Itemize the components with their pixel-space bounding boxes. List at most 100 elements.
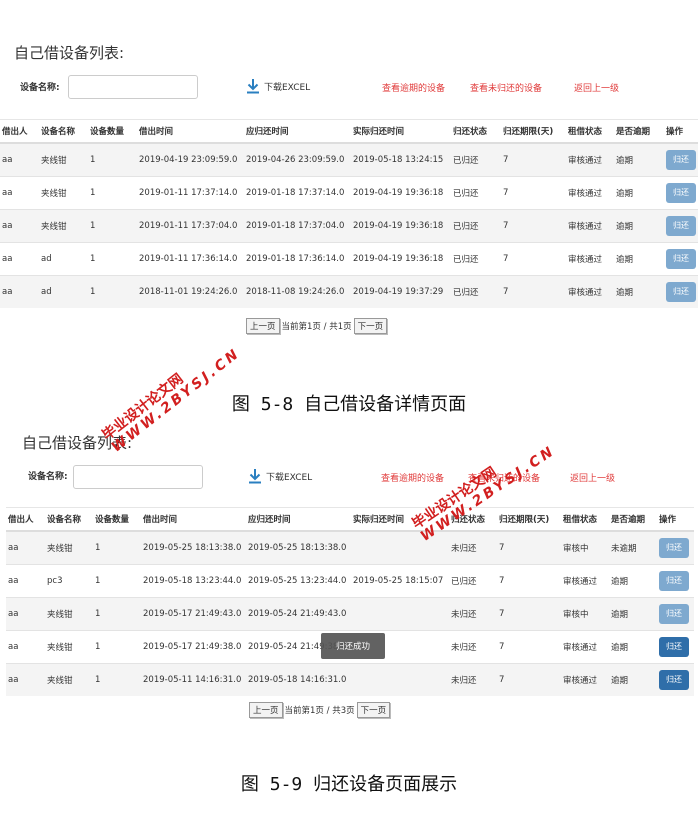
table-cell: aa — [0, 209, 39, 243]
table-header-row: 借出人 设备名称 设备数量 借出时间 应归还时间 实际归还时间 归还状态 归还期限(天) 租借状… — [6, 507, 694, 532]
table-cell: 2019-01-18 17:37:14.0 — [244, 176, 351, 210]
action-cell: 归还 — [664, 142, 698, 177]
table-cell: 夹线钳 — [39, 176, 88, 210]
next-page-button[interactable]: 下一页 — [353, 318, 388, 334]
table-cell: 2019-05-25 13:23:44.0 — [246, 564, 351, 598]
column-header: 借出时间 — [141, 507, 246, 532]
table-cell: 逾期 — [614, 242, 664, 276]
table-row: aa ad 1 2018-11-01 19:24:26.0 2018-11-08 19:… — [0, 275, 698, 308]
table-cell: 1 — [93, 564, 141, 598]
table-cell: 7 — [497, 630, 561, 664]
column-header: 租借状态 — [566, 119, 614, 144]
table-cell: 7 — [501, 209, 566, 243]
view-overdue-link[interactable]: 查看逾期的设备 — [382, 81, 445, 94]
prev-page-button[interactable]: 上一页 — [246, 318, 280, 334]
borrow-table: 借出人 设备名称 设备数量 借出时间 应归还时间 实际归还时间 归还状态 归还期限(天) 租借状… — [6, 507, 694, 696]
table-cell: 未归还 — [449, 597, 497, 631]
return-button[interactable]: 归还 — [666, 183, 696, 203]
prev-page-button[interactable]: 上一页 — [249, 702, 283, 718]
table-cell: 7 — [497, 564, 561, 598]
table-cell: 逾期 — [614, 209, 664, 243]
table-cell: 审核通过 — [566, 242, 614, 276]
table-cell: aa — [6, 564, 45, 598]
column-header: 归还状态 — [451, 119, 501, 144]
table-row: aa 夹线钳 1 2019-01-11 17:37:14.0 2019-01-18 17… — [0, 176, 698, 210]
table-cell: 1 — [93, 630, 141, 664]
column-header: 借出时间 — [137, 119, 244, 144]
table-row: aa 夹线钳 1 2019-01-11 17:37:04.0 2019-01-18 17… — [0, 209, 698, 243]
table-cell: 2019-04-26 23:09:59.0 — [244, 142, 351, 177]
table-cell: 审核中 — [561, 530, 609, 565]
table-row: aa pc3 1 2019-05-18 13:23:44.0 2019-05-25 13… — [6, 564, 694, 598]
table-cell: 已归还 — [451, 242, 501, 276]
table-cell: 1 — [88, 142, 137, 177]
table-row: aa 夹线钳 1 2019-04-19 23:09:59.0 2019-04-26 23… — [0, 142, 698, 177]
device-name-input[interactable] — [73, 465, 203, 489]
table-cell: aa — [6, 597, 45, 631]
table-cell: 未逾期 — [609, 530, 657, 565]
table-cell: 夹线钳 — [39, 142, 88, 177]
table-cell: 1 — [88, 209, 137, 243]
page-title: 自己借设备列表: — [14, 44, 125, 62]
page-status: 当前第1页 / 共3页 — [284, 706, 355, 716]
table-cell: 7 — [501, 275, 566, 308]
table-cell: 已归还 — [451, 209, 501, 243]
table-cell: 2019-05-25 18:13:38.0 — [141, 530, 246, 565]
action-cell: 归还 — [664, 242, 698, 276]
action-cell: 归还 — [664, 275, 698, 308]
column-header: 操作 — [664, 119, 698, 144]
return-button[interactable]: 归还 — [666, 216, 696, 236]
table-cell: 夹线钳 — [45, 530, 93, 565]
return-button[interactable]: 归还 — [666, 150, 696, 170]
return-button[interactable]: 归还 — [666, 249, 696, 269]
table-cell: 审核通过 — [561, 663, 609, 696]
table-cell: 7 — [501, 242, 566, 276]
table-cell: 已归还 — [451, 142, 501, 177]
table-cell: 未归还 — [449, 663, 497, 696]
return-button[interactable]: 归还 — [659, 538, 689, 558]
table-cell: 7 — [497, 530, 561, 565]
action-cell: 归还 — [657, 630, 694, 664]
table-cell: 夹线钳 — [39, 209, 88, 243]
device-name-input[interactable] — [68, 75, 198, 99]
table-cell: 7 — [501, 176, 566, 210]
table-cell: 1 — [93, 663, 141, 696]
return-button[interactable]: 归还 — [659, 604, 689, 624]
pagination: 上一页 当前第1页 / 共1页 下一页 — [246, 318, 388, 334]
download-excel-link[interactable]: 下载EXCEL — [248, 468, 312, 484]
back-link[interactable]: 返回上一级 — [574, 81, 619, 94]
table-row: aa 夹线钳 1 2019-05-11 14:16:31.0 2019-05-18 14… — [6, 663, 694, 696]
download-excel-link[interactable]: 下载EXCEL — [246, 78, 310, 94]
table-cell: 2019-04-19 19:36:18 — [351, 242, 451, 276]
table-cell: 审核通过 — [566, 209, 614, 243]
borrow-table: 借出人 设备名称 设备数量 借出时间 应归还时间 实际归还时间 归还状态 归还期限(天) 租借状… — [0, 119, 698, 308]
table-cell: ad — [39, 242, 88, 276]
table-cell: 1 — [88, 242, 137, 276]
column-header: 是否逾期 — [609, 507, 657, 532]
table-cell: 2018-11-01 19:24:26.0 — [137, 275, 244, 308]
view-unreturned-link[interactable]: 查看未归还的设备 — [468, 471, 540, 484]
back-link[interactable]: 返回上一级 — [570, 471, 615, 484]
return-button[interactable]: 归还 — [659, 571, 689, 591]
table-cell: aa — [6, 530, 45, 565]
table-cell: 审核中 — [561, 597, 609, 631]
column-header: 设备名称 — [45, 507, 93, 532]
return-button[interactable]: 归还 — [659, 670, 689, 690]
table-cell: 未归还 — [449, 530, 497, 565]
table-cell: 2019-05-18 13:23:44.0 — [141, 564, 246, 598]
column-header: 应归还时间 — [244, 119, 351, 144]
return-button[interactable]: 归还 — [666, 282, 696, 302]
table-cell: 逾期 — [614, 176, 664, 210]
figure-caption-5-9: 图 5-9 归还设备页面展示 — [240, 774, 458, 795]
table-cell: 2019-01-11 17:36:14.0 — [137, 242, 244, 276]
next-page-button[interactable]: 下一页 — [356, 702, 391, 718]
panel-borrowed-list-1: 自己借设备列表: 设备名称: 下载EXCEL 查看逾期的设备 查看未归还的设备 … — [0, 0, 698, 340]
view-overdue-link[interactable]: 查看逾期的设备 — [381, 471, 444, 484]
return-button[interactable]: 归还 — [659, 637, 689, 657]
table-cell: aa — [6, 630, 45, 664]
table-cell — [351, 530, 449, 565]
page-title: 自己借设备列表: — [22, 434, 133, 452]
table-cell: 2019-05-25 18:15:07 — [351, 564, 449, 598]
view-unreturned-link[interactable]: 查看未归还的设备 — [470, 81, 542, 94]
pagination: 上一页 当前第1页 / 共3页 下一页 — [249, 702, 391, 718]
